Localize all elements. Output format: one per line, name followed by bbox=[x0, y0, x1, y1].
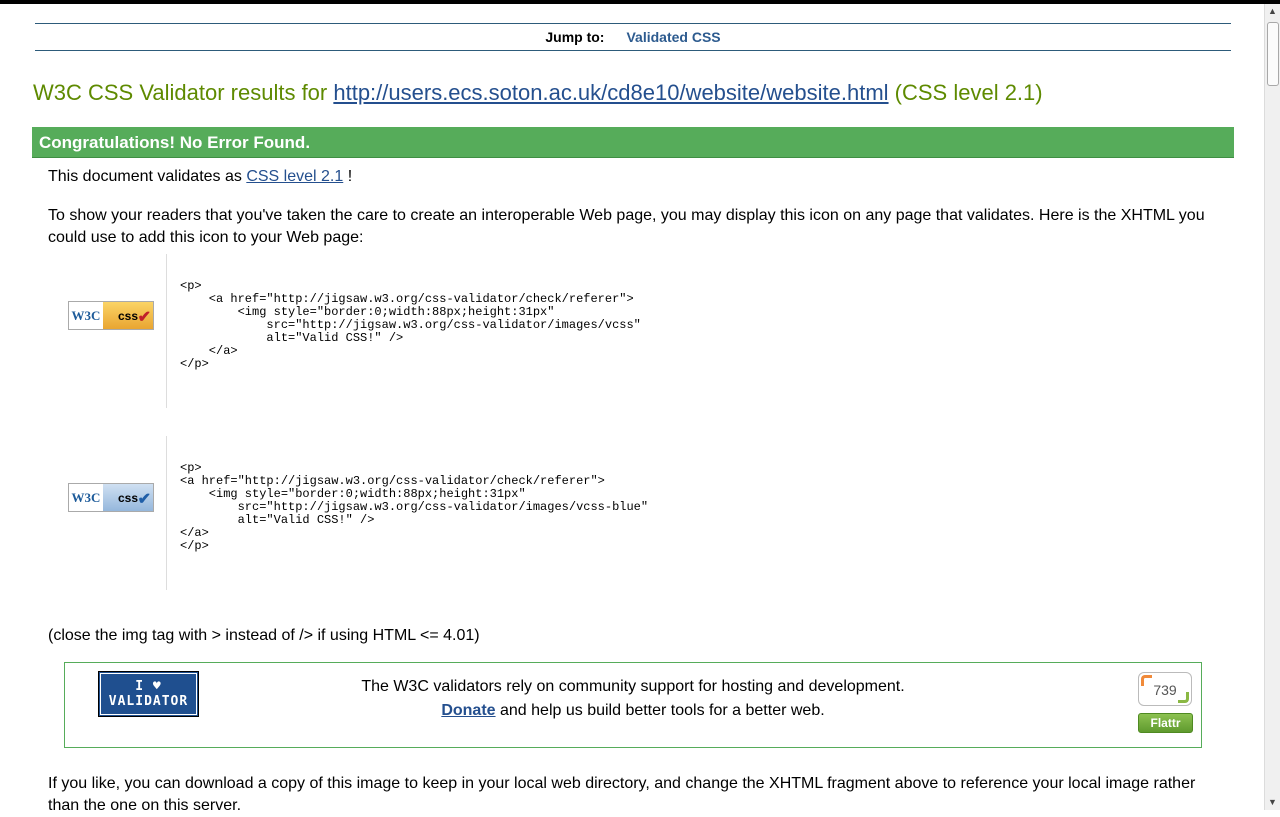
title-suffix: (CSS level 2.1) bbox=[888, 80, 1043, 105]
validates-prefix: This document validates as bbox=[48, 168, 247, 185]
donate-line-2-suffix: and help us build better tools for a bet… bbox=[495, 702, 825, 719]
badge-css-text: css bbox=[117, 490, 139, 505]
flattr-count: 739 bbox=[1138, 672, 1192, 706]
donate-line-1: The W3C validators rely on community sup… bbox=[361, 678, 905, 695]
download-instructions: If you like, you can download a copy of … bbox=[48, 775, 1196, 814]
validated-url-link[interactable]: http://users.ecs.soton.ac.uk/cd8e10/webs… bbox=[333, 80, 888, 105]
page-title: W3C CSS Validator results for http://use… bbox=[33, 80, 1043, 106]
checkmark-icon: ✔ bbox=[137, 309, 151, 326]
browser-top-edge bbox=[0, 0, 1280, 4]
validates-statement: This document validates as CSS level 2.1… bbox=[48, 168, 352, 186]
icon-instructions: To show your readers that you've taken t… bbox=[48, 207, 1205, 246]
vcss-blue-icon[interactable]: W3C css ✔ bbox=[68, 483, 154, 512]
jump-navigation: Jump to: Validated CSS bbox=[35, 23, 1231, 51]
donate-link[interactable]: Donate bbox=[441, 702, 495, 719]
badge-code-snippet: <p> <a href="http://jigsaw.w3.org/css-va… bbox=[180, 461, 649, 553]
vertical-scrollbar[interactable]: ▲ ▼ bbox=[1264, 4, 1280, 810]
title-prefix: W3C CSS Validator results for bbox=[33, 80, 334, 105]
jump-to-label: Jump to: bbox=[545, 29, 605, 45]
vcss-gold-icon[interactable]: W3C css ✔ bbox=[68, 301, 154, 330]
donate-message: The W3C validators rely on community sup… bbox=[65, 675, 1201, 723]
css-level-link[interactable]: CSS level 2.1 bbox=[246, 168, 343, 185]
badge-cell: W3C css ✔ bbox=[48, 436, 167, 590]
badge-w3c-text: W3C bbox=[69, 302, 103, 329]
checkmark-icon: ✔ bbox=[137, 491, 151, 508]
badge-cell: W3C css ✔ bbox=[48, 254, 167, 408]
badge-blue-row: W3C css ✔ <p> <a href="http://jigsaw.w3.o… bbox=[48, 436, 1198, 590]
scroll-down-arrow-icon[interactable]: ▼ bbox=[1265, 795, 1280, 810]
jump-validated-css-link[interactable]: Validated CSS bbox=[626, 29, 720, 45]
donate-box: I ♥ VALIDATOR The W3C validators rely on… bbox=[64, 662, 1202, 748]
badge-code-snippet: <p> <a href="http://jigsaw.w3.org/css-va… bbox=[180, 279, 641, 371]
validates-suffix: ! bbox=[343, 168, 353, 185]
badge-w3c-text: W3C bbox=[69, 484, 103, 511]
scrollbar-thumb[interactable] bbox=[1267, 22, 1279, 86]
badge-css-text: css bbox=[117, 308, 139, 323]
flattr-button[interactable]: Flattr bbox=[1138, 713, 1193, 733]
success-banner: Congratulations! No Error Found. bbox=[32, 127, 1234, 158]
html-note: (close the img tag with > instead of /> … bbox=[48, 627, 480, 644]
donate-line-2: Donate and help us build better tools fo… bbox=[65, 699, 1201, 723]
badge-gold-row: W3C css ✔ <p> <a href="http://jigsaw.w3.o… bbox=[48, 254, 1198, 408]
scroll-up-arrow-icon[interactable]: ▲ bbox=[1265, 4, 1280, 19]
